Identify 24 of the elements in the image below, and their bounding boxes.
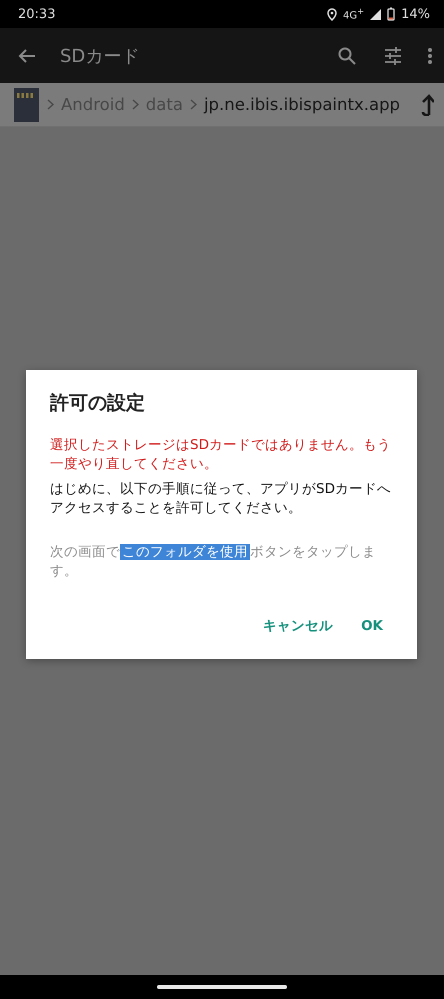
sd-card-icon[interactable] [13, 88, 40, 122]
up-arrow-icon[interactable] [420, 94, 434, 116]
back-arrow-icon[interactable] [18, 48, 36, 64]
chevron-icon [190, 99, 197, 110]
signal-icon [370, 8, 382, 20]
cancel-button[interactable]: キャンセル [253, 611, 344, 641]
instruction-text: 次の画面で このフォルダを使用 ボタンをタップします。 [50, 543, 377, 581]
more-options-icon[interactable] [428, 48, 432, 64]
battery-level: 14% [401, 6, 430, 22]
search-icon[interactable] [338, 46, 356, 64]
chevron-icon [132, 99, 139, 110]
clock: 20:33 [18, 6, 56, 22]
dialog-title: 許可の設定 [50, 391, 146, 416]
screen-title: SDカード [60, 44, 140, 68]
error-message: 選択したストレージはSDカードではありません。もう一度やり直してください。 [50, 436, 392, 474]
dialog-message: はじめに、以下の手順に従って、アプリがSDカードへアクセスすることを許可してください。 [50, 480, 392, 518]
breadcrumb-item[interactable]: jp.ne.ibis.ibispaintx.app [204, 95, 400, 114]
battery-icon [387, 7, 396, 21]
ok-button[interactable]: OK [351, 611, 393, 641]
location-icon [326, 8, 337, 20]
chevron-icon [47, 99, 54, 110]
network-type: 4G$^{+}$ [342, 6, 364, 22]
home-handle[interactable] [157, 985, 287, 989]
filter-sliders-icon[interactable] [384, 46, 402, 64]
